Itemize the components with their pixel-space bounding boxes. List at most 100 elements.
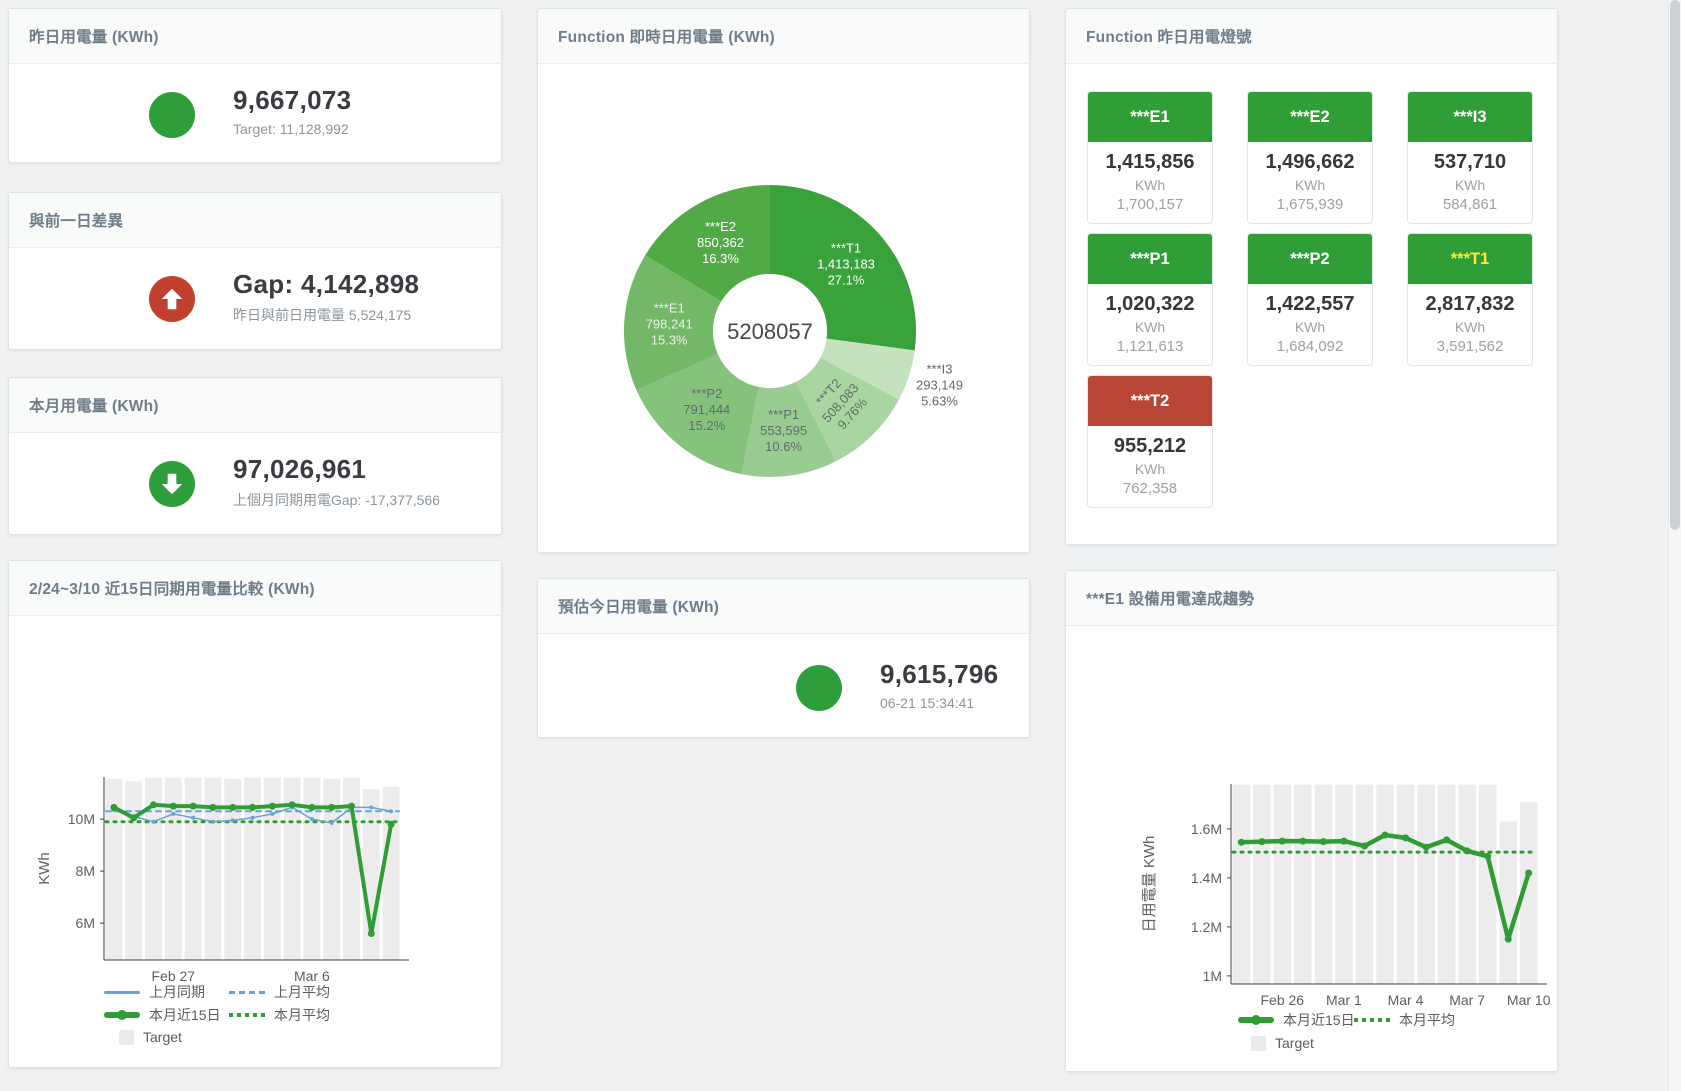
panel-header: 預估今日用電量 (KWh) [538, 579, 1029, 634]
legend-label: 本月平均 [1399, 1010, 1455, 1030]
svg-text:Mar 10: Mar 10 [1507, 992, 1551, 1008]
stoplight-tile-4: ***P21,422,557KWh1,684,092 [1247, 233, 1373, 366]
legend-label: 本月近15日 [149, 1005, 221, 1025]
series-marker [1525, 870, 1532, 877]
series-marker [249, 804, 256, 811]
legend-marker-dot [117, 1010, 127, 1020]
panel-header: Function 即時日用電量 (KWh) [538, 9, 1029, 64]
target-bar [1356, 785, 1374, 984]
target-bar [1274, 785, 1292, 984]
svg-text:1.6M: 1.6M [1191, 821, 1222, 837]
tile-name: ***T1 [1408, 234, 1532, 284]
series-marker [171, 812, 175, 816]
tile-target: 1,700,157 [1088, 196, 1212, 213]
donut-center-total: 5208057 [727, 319, 813, 344]
panel-month-usage: 本月用電量 (KWh) 97,026,961 上個月同期用電Gap: -17,3… [8, 377, 502, 535]
yesterday-usage-value: 9,667,073 [233, 86, 351, 115]
legend-item-2[interactable]: Target [1251, 1035, 1314, 1051]
svg-text:Mar 4: Mar 4 [1388, 992, 1424, 1008]
legend-swatch-dot [229, 1013, 265, 1017]
legend-swatch-box [119, 1030, 134, 1045]
tile-target: 584,861 [1408, 196, 1532, 213]
legend-item-3[interactable]: 本月平均 [229, 1007, 330, 1023]
stoplight-tile-1: ***E21,496,662KWh1,675,939 [1247, 91, 1373, 224]
target-bar [1315, 785, 1333, 984]
legend-item-0[interactable]: 本月近15日 [1238, 1012, 1355, 1028]
tile-value: 2,817,832 [1408, 293, 1532, 316]
target-bar [1376, 785, 1394, 984]
tile-unit: KWh [1248, 177, 1372, 193]
series-marker [170, 803, 177, 810]
stoplight-tile-0: ***E11,415,856KWh1,700,157 [1087, 91, 1213, 224]
e1-trend-chart: 1M1.2M1.4M1.6MFeb 26Mar 1Mar 4Mar 7Mar 1… [1066, 626, 1557, 1071]
series-marker [270, 812, 274, 816]
legend-swatch-dot [1354, 1018, 1390, 1022]
series-marker [348, 803, 355, 810]
tile-value: 1,020,322 [1088, 293, 1212, 316]
status-circle-icon [796, 665, 842, 711]
status-circle-icon [149, 92, 195, 138]
legend-item-0[interactable]: 上月同期 [104, 984, 205, 1000]
tile-name: ***P2 [1248, 234, 1372, 284]
target-bar [1335, 785, 1353, 984]
prev-day-gap-subtitle: 昨日與前日用電量 5,524,175 [233, 305, 419, 325]
series-marker [1443, 836, 1450, 843]
panel-title: Function 即時日用電量 (KWh) [558, 25, 775, 47]
series-marker [388, 821, 395, 828]
svg-text:1M: 1M [1203, 968, 1222, 984]
target-bar [1500, 822, 1518, 985]
tile-value: 1,422,557 [1248, 293, 1372, 316]
tile-unit: KWh [1088, 461, 1212, 477]
series-marker [150, 801, 157, 808]
tile-unit: KWh [1088, 319, 1212, 335]
panel-yesterday-usage: 昨日用電量 (KWh) 9,667,073 Target: 11,128,992 [8, 8, 502, 163]
series-marker [308, 804, 315, 811]
panel-header: 本月用電量 (KWh) [9, 378, 501, 433]
target-bar [1294, 785, 1312, 984]
svg-text:10M: 10M [68, 811, 95, 827]
panel-title: 與前一日差異 [29, 209, 123, 231]
tile-target: 762,358 [1088, 480, 1212, 497]
legend-label: 上月平均 [274, 982, 330, 1002]
legend-item-2[interactable]: 本月近15日 [104, 1007, 221, 1023]
legend-item-1[interactable]: 本月平均 [1354, 1012, 1455, 1028]
scrollbar-thumb[interactable] [1670, 0, 1680, 530]
series-marker [1258, 838, 1265, 845]
series-marker [209, 804, 216, 811]
arrow-up-icon [149, 276, 195, 322]
legend-item-1[interactable]: 上月平均 [229, 984, 330, 1000]
svg-text:6M: 6M [76, 915, 95, 931]
panel-e1-trend-chart: ***E1 設備用電達成趨勢 1M1.2M1.4M1.6MFeb 26Mar 1… [1065, 570, 1558, 1072]
target-bar [1253, 785, 1271, 984]
stoplight-tile-3: ***P11,020,322KWh1,121,613 [1087, 233, 1213, 366]
target-bar [1417, 785, 1435, 984]
prev-day-gap-value: Gap: 4,142,898 [233, 270, 419, 299]
legend-swatch-thick [104, 1012, 140, 1018]
series-marker [1320, 838, 1327, 845]
tile-name: ***T2 [1088, 376, 1212, 426]
panel-prev-day-gap: 與前一日差異 Gap: 4,142,898 昨日與前日用電量 5,524,175 [8, 192, 502, 350]
panel-forecast-today: 預估今日用電量 (KWh) 9,615,796 06-21 15:34:41 [537, 578, 1030, 738]
panel-realtime-donut: Function 即時日用電量 (KWh) ***T11,413,18327.1… [537, 8, 1030, 553]
series-marker [1464, 847, 1471, 854]
panel-title: 預估今日用電量 (KWh) [558, 595, 719, 617]
svg-text:Feb 26: Feb 26 [1261, 992, 1305, 1008]
legend-label: 本月平均 [274, 1005, 330, 1025]
tile-value: 1,415,856 [1088, 151, 1212, 174]
legend-item-4[interactable]: Target [119, 1029, 182, 1045]
forecast-today-value: 9,615,796 [880, 660, 998, 689]
legend-label: Target [143, 1029, 182, 1045]
series-marker [211, 820, 215, 824]
panel-header: ***E1 設備用電達成趨勢 [1066, 571, 1557, 626]
target-bar [1458, 785, 1476, 984]
target-bar [1233, 785, 1251, 984]
tile-unit: KWh [1248, 319, 1372, 335]
legend-swatch-dash [229, 991, 265, 994]
stoplight-tile-5: ***T12,817,832KWh3,591,562 [1407, 233, 1533, 366]
svg-text:1.4M: 1.4M [1191, 870, 1222, 886]
series-marker [368, 930, 375, 937]
stoplight-tiles: ***E11,415,856KWh1,700,157 ***E21,496,662… [1087, 91, 1533, 508]
series-marker [1340, 838, 1347, 845]
series-marker [328, 804, 335, 811]
stoplight-tile-2: ***I3537,710KWh584,861 [1407, 91, 1533, 224]
